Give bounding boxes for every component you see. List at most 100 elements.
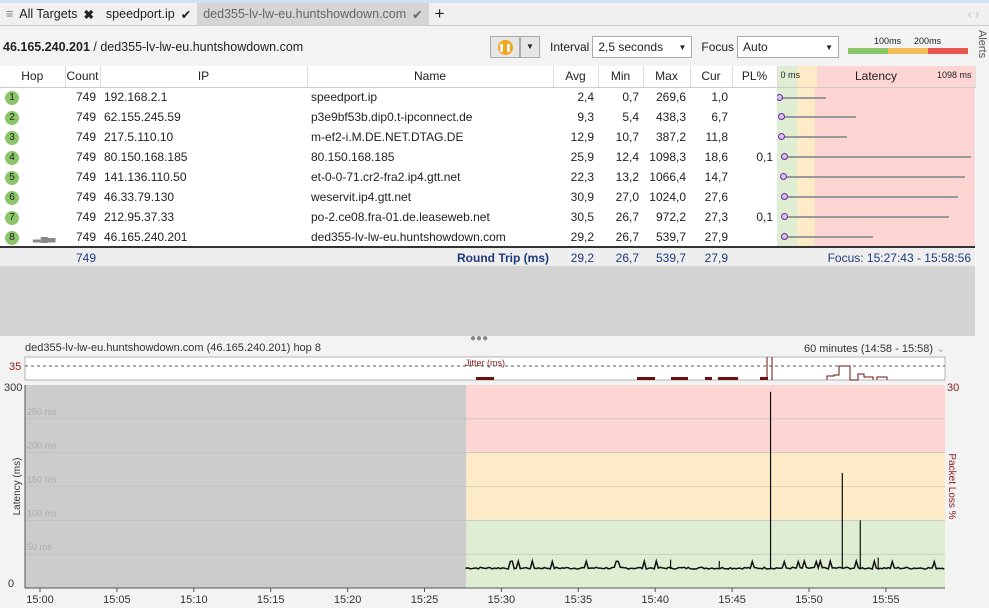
- x-tick-label: 15:20: [334, 594, 362, 606]
- jitter-bar: [637, 377, 655, 380]
- interval-select[interactable]: 2,5 seconds ▼: [592, 36, 693, 58]
- jitter-bar: [671, 377, 688, 380]
- x-tick-label: 15:30: [488, 594, 516, 606]
- time-range-select[interactable]: 60 minutes (14:58 - 15:58) ⌄: [804, 342, 945, 355]
- x-tick-label: 15:25: [411, 594, 439, 606]
- y-max-label: 300: [4, 382, 22, 394]
- jitter-bar: [718, 377, 738, 380]
- table-row[interactable]: 6 749 46.33.79.130 weservit.ip4.gtt.net 30…: [0, 187, 975, 207]
- tab-speedport[interactable]: speedport.ip ✔: [100, 3, 197, 25]
- max-latency-line: [781, 176, 966, 178]
- hop-cell: 8 ▂▄▃: [0, 227, 65, 247]
- jitter-bar: [705, 377, 712, 380]
- avg-latency-point: [781, 213, 789, 220]
- x-tick-label: 15:05: [103, 594, 131, 606]
- check-icon: ✔: [412, 7, 423, 22]
- latency-graph-cell: [777, 187, 975, 207]
- alerts-panel[interactable]: Alerts: [976, 30, 989, 608]
- table-empty-area: [0, 266, 975, 336]
- latency-graph-cell: [777, 207, 975, 227]
- time-graph[interactable]: 250 ms 200 ms 150 ms 100 ms 50 ms 15:00 15:05 1…: [0, 355, 975, 608]
- focus-select[interactable]: Auto ▼: [737, 36, 840, 58]
- hop-cell: 3: [0, 127, 65, 147]
- tab-bar: ≡ All Targets ✖ speedport.ip ✔ ded355-lv-lw…: [0, 0, 989, 26]
- target-address[interactable]: 46.165.240.201 / ded355-lv-lw-eu.huntsho…: [0, 40, 490, 54]
- table-row[interactable]: 2 749 62.155.245.59 p3e9bf53b.dip0.t-ipcon…: [0, 107, 975, 127]
- table-row[interactable]: 4 749 80.150.168.185 80.150.168.185 25,9 12…: [0, 147, 975, 167]
- table-row[interactable]: 5 749 141.136.110.50 et-0-0-71.cr2-fra2.ip…: [0, 167, 975, 187]
- max-latency-line: [779, 116, 856, 118]
- x-tick-label: 15:15: [257, 594, 285, 606]
- grid-label: 100 ms: [27, 508, 57, 518]
- column-header-name[interactable]: Name: [307, 66, 554, 88]
- max-latency-line: [779, 96, 827, 99]
- splitter-handle[interactable]: ●●●: [470, 333, 488, 344]
- bar-chart-icon[interactable]: ▂▄▃: [33, 232, 55, 243]
- check-icon: ✔: [180, 7, 192, 22]
- avg-latency-point: [777, 113, 785, 120]
- pause-dropdown[interactable]: ▼: [520, 36, 540, 58]
- x-tick-label: 15:35: [565, 594, 593, 606]
- pause-icon: ❚❚: [497, 39, 513, 55]
- avg-latency-point: [779, 173, 787, 180]
- latency-graph-cell: [777, 147, 975, 167]
- hop-cell: 6: [0, 187, 65, 207]
- add-tab-button[interactable]: +: [429, 3, 451, 25]
- latency-graph-cell: [777, 127, 975, 147]
- x-tick-label: 15:55: [872, 594, 900, 606]
- hop-cell: 1: [0, 87, 65, 107]
- y2-axis-title: Packet Loss %: [946, 453, 957, 519]
- grid-label: 150 ms: [27, 475, 57, 485]
- y-min-label: 0: [8, 578, 14, 590]
- column-header-pl[interactable]: PL%: [732, 66, 778, 88]
- table-row[interactable]: 7 749 212.95.37.33 po-2.ce08.fra-01.de.lea…: [0, 207, 975, 227]
- grid-label: 50 ms: [27, 542, 52, 552]
- latency-scale-legend: 100ms 200ms: [848, 36, 969, 58]
- avg-latency-point: [781, 193, 789, 200]
- y2-max-label: 30: [947, 382, 959, 394]
- close-icon[interactable]: ✖: [83, 7, 93, 22]
- table-row[interactable]: 8 ▂▄▃ 749 46.165.240.201 ded355-lv-lw-eu.hu…: [0, 227, 975, 247]
- max-latency-line: [781, 156, 972, 158]
- column-header-avg[interactable]: Avg: [553, 66, 599, 88]
- column-header-cur[interactable]: Cur: [690, 66, 733, 88]
- address-bar: 46.165.240.201 / ded355-lv-lw-eu.huntsho…: [0, 30, 975, 64]
- x-tick-label: 15:45: [718, 594, 746, 606]
- graph-title: ded355-lv-lw-eu.huntshowdown.com (46.165…: [25, 342, 321, 354]
- column-header-count[interactable]: Count: [65, 66, 101, 88]
- grid-label: 250 ms: [27, 407, 57, 417]
- column-header-latency[interactable]: 0 ms Latency 1098 ms: [777, 66, 976, 88]
- menu-icon: ≡: [6, 7, 14, 21]
- jitter-title: Jitter (ms): [465, 358, 505, 368]
- grid-label: 200 ms: [27, 441, 57, 451]
- avg-latency-point: [780, 153, 788, 160]
- x-tick-label: 15:10: [180, 594, 208, 606]
- table-row[interactable]: 3 749 217.5.110.10 m-ef2-i.M.DE.NET.DTAG.D…: [0, 127, 975, 147]
- latency-graph-cell: [777, 87, 975, 107]
- tab-ded355[interactable]: ded355-lv-lw-eu.huntshowdown.com ✔: [197, 3, 429, 25]
- column-header-min[interactable]: Min: [598, 66, 644, 88]
- tab-scroll-arrows[interactable]: ‹ ›: [968, 7, 989, 21]
- latency-graph-cell: [777, 107, 975, 127]
- x-tick-label: 15:50: [795, 594, 823, 606]
- max-latency-line: [783, 236, 874, 238]
- table-row[interactable]: 1 749 192.168.2.1 speedport.ip 2,4 0,7 269,6…: [0, 87, 975, 107]
- column-header-hop[interactable]: Hop: [0, 66, 66, 88]
- jitter-bar: [476, 377, 494, 380]
- column-header-ip[interactable]: IP: [100, 66, 308, 88]
- hop-cell: 5: [0, 167, 65, 187]
- max-latency-line: [780, 136, 847, 138]
- latency-graph-cell: [777, 167, 975, 187]
- round-trip-row: 749 Round Trip (ms) 29,2 26,7 539,7 27,9 Focus…: [0, 246, 975, 267]
- column-header-max[interactable]: Max: [643, 66, 691, 88]
- y-axis-title: Latency (ms): [12, 458, 23, 516]
- pause-button[interactable]: ❚❚: [490, 36, 520, 58]
- x-tick-label: 15:40: [641, 594, 669, 606]
- x-tick-label: 15:00: [26, 594, 54, 606]
- latency-graph-cell: [777, 227, 975, 247]
- max-latency-line: [783, 196, 959, 198]
- tab-all-targets[interactable]: ≡ All Targets ✖: [0, 3, 100, 25]
- max-latency-line: [783, 216, 949, 218]
- avg-latency-point: [781, 233, 789, 240]
- avg-latency-point: [778, 133, 786, 140]
